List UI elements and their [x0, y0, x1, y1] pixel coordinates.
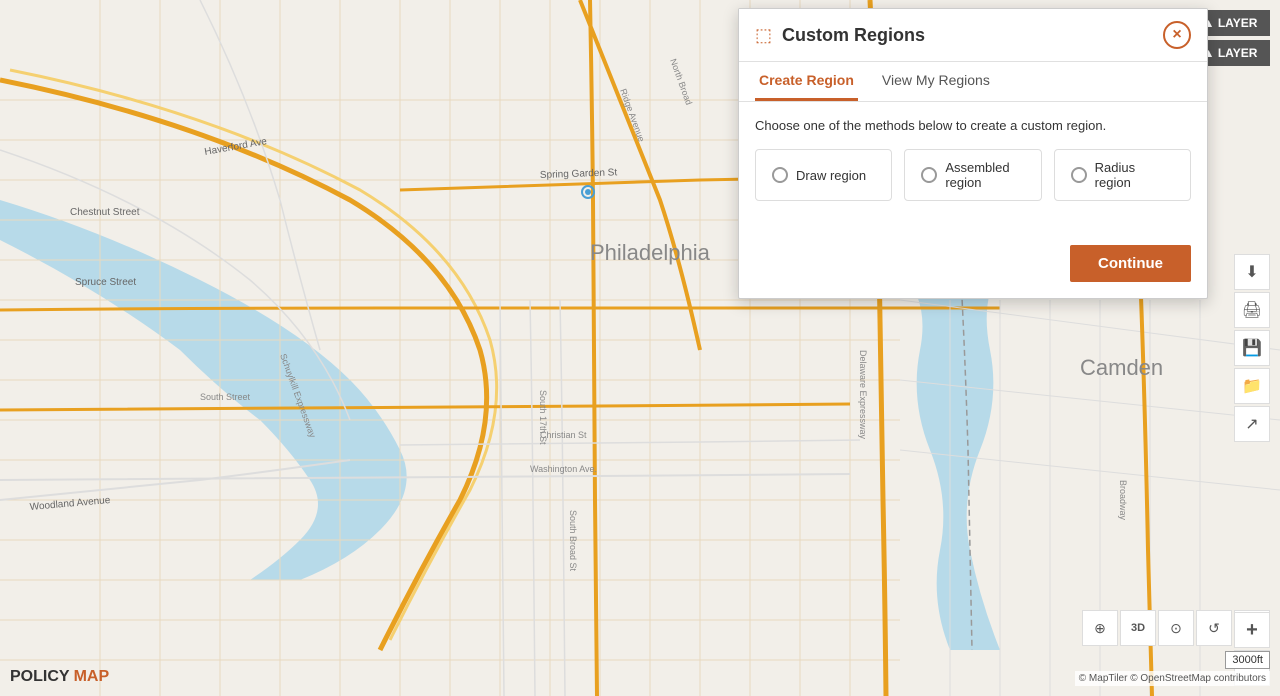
svg-text:Camden: Camden — [1080, 355, 1163, 380]
continue-button[interactable]: Continue — [1070, 245, 1191, 282]
draw-region-radio[interactable] — [772, 167, 788, 183]
svg-text:Washington Ave.: Washington Ave. — [530, 464, 597, 474]
tab-view-my-regions[interactable]: View My Regions — [878, 62, 994, 101]
svg-text:South Broad St: South Broad St — [568, 510, 578, 572]
svg-text:Delaware Expressway: Delaware Expressway — [858, 350, 868, 440]
svg-text:Chestnut Street: Chestnut Street — [70, 207, 140, 218]
share-btn[interactable]: ↗ — [1234, 406, 1270, 442]
dialog-title-row: ⬚ Custom Regions — [755, 25, 925, 46]
right-toolbar: ⬇ 🖨 💾 📁 ↗ — [1234, 254, 1270, 442]
svg-text:Spruce Street: Spruce Street — [75, 277, 136, 288]
select-tool-btn[interactable]: ⊕ — [1082, 610, 1118, 646]
print-btn[interactable]: 🖨 — [1234, 292, 1270, 328]
attribution-text: © MapTiler © OpenStreetMap contributors — [1075, 671, 1270, 686]
zoom-in-btn[interactable]: + — [1234, 612, 1270, 648]
3d-toggle-btn[interactable]: 3D — [1120, 610, 1156, 646]
tab-create-region[interactable]: Create Region — [755, 62, 858, 101]
dialog-close-btn[interactable]: × — [1163, 21, 1191, 49]
svg-text:South Street: South Street — [200, 392, 251, 402]
radius-region-option[interactable]: Radius region — [1054, 149, 1191, 201]
dialog-body: Choose one of the methods below to creat… — [739, 102, 1207, 237]
dialog-header: ⬚ Custom Regions × — [739, 9, 1207, 62]
radio-options: Draw region Assembled region Radius regi… — [755, 149, 1191, 201]
dialog-title-icon: ⬚ — [755, 25, 772, 46]
scale-attribution: 3000ft © MapTiler © OpenStreetMap contri… — [1075, 651, 1270, 686]
assembled-region-option[interactable]: Assembled region — [904, 149, 1041, 201]
svg-text:Broadway: Broadway — [1118, 480, 1128, 521]
logo-policy-text: POLICY — [10, 668, 70, 686]
logo-map-text: MAP — [74, 668, 110, 686]
policymap-logo: POLICY MAP — [10, 668, 109, 686]
folder-btn[interactable]: 📁 — [1234, 368, 1270, 404]
dialog-footer: Continue — [739, 237, 1207, 298]
custom-regions-dialog: ⬚ Custom Regions × Create Region View My… — [738, 8, 1208, 299]
download-btn[interactable]: ⬇ — [1234, 254, 1270, 290]
location-btn[interactable]: ⊙ — [1158, 610, 1194, 646]
refresh-btn[interactable]: ↺ — [1196, 610, 1232, 646]
save-btn[interactable]: 💾 — [1234, 330, 1270, 366]
draw-region-option[interactable]: Draw region — [755, 149, 892, 201]
radius-region-label: Radius region — [1095, 160, 1174, 190]
scale-bar: 3000ft — [1225, 651, 1270, 669]
svg-text:Philadelphia: Philadelphia — [590, 240, 711, 265]
dialog-title-text: Custom Regions — [782, 25, 925, 46]
radius-region-radio[interactable] — [1071, 167, 1087, 183]
assembled-region-radio[interactable] — [921, 167, 937, 183]
bottom-row: POLICY MAP 3000ft © MapTiler © OpenStree… — [0, 651, 1280, 686]
dialog-instruction: Choose one of the methods below to creat… — [755, 118, 1191, 133]
draw-region-label: Draw region — [796, 168, 866, 183]
svg-text:Christian St: Christian St — [540, 430, 587, 440]
assembled-region-label: Assembled region — [945, 160, 1024, 190]
dialog-tabs: Create Region View My Regions — [739, 62, 1207, 102]
